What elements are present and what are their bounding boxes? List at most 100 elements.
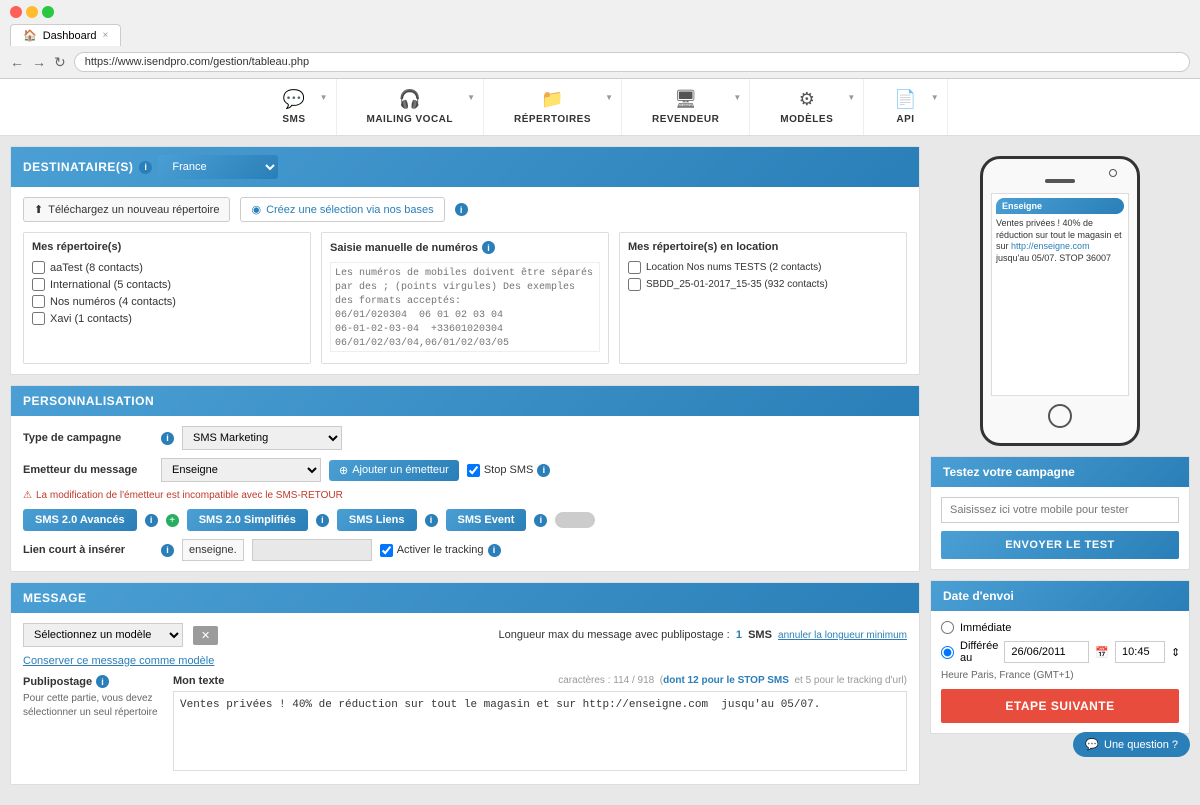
type-campagne-select[interactable]: SMS Marketing xyxy=(182,426,342,450)
annuler-longueur-link[interactable]: annuler la longueur minimum xyxy=(778,630,907,641)
nav-item-revendeur[interactable]: 🖥 REVENDEUR ▼ xyxy=(622,79,750,135)
sms-icon: 💬 xyxy=(283,89,305,110)
sms-event-info[interactable]: i xyxy=(534,514,547,527)
test-section: Testez votre campagne ENVOYER LE TEST xyxy=(930,456,1190,570)
char-count: caractères : 114 / 918 (dont 12 pour le … xyxy=(558,675,907,687)
nav-item-sms[interactable]: 💬 SMS ▼ xyxy=(252,79,336,135)
country-select[interactable]: France xyxy=(158,155,278,179)
etape-suivante-btn[interactable]: ETAPE SUIVANTE xyxy=(941,689,1179,723)
dest-columns: Mes répertoire(s) aaTest (8 contacts) In… xyxy=(23,232,907,364)
nav-item-repertoires[interactable]: 📁 RÉPERTOIRES ▼ xyxy=(484,79,622,135)
save-model-link[interactable]: Conserver ce message comme modèle xyxy=(23,655,907,667)
test-mobile-input[interactable] xyxy=(941,497,1179,523)
list-item: SBDD_25-01-2017_15-35 (932 contacts) xyxy=(628,278,898,291)
sms-event-btn[interactable]: SMS Event xyxy=(446,509,527,531)
location-checkbox-testnums[interactable] xyxy=(628,261,641,274)
nav-label-sms: SMS xyxy=(282,114,305,125)
longueur-sms: SMS xyxy=(748,629,772,641)
tracking-checkbox[interactable] xyxy=(380,544,393,557)
browser-tabs: 🏠 Dashboard × xyxy=(10,24,1190,46)
envoyer-test-btn[interactable]: ENVOYER LE TEST xyxy=(941,531,1179,559)
repertoire-checkbox-xavi[interactable] xyxy=(32,312,45,325)
sms20-avances-info[interactable]: i xyxy=(145,514,158,527)
main-content: DESTINATAIRE(S) i France ⬆ Téléchargez u… xyxy=(0,136,1200,805)
emetteur-select[interactable]: Enseigne xyxy=(161,458,321,482)
create-info-icon[interactable]: i xyxy=(455,203,468,216)
delete-model-btn[interactable]: ✕ xyxy=(193,626,218,645)
repertoire-checkbox-nosnumeros[interactable] xyxy=(32,295,45,308)
chevron-down-icon: ▼ xyxy=(320,93,328,102)
saisie-manuelle-input[interactable] xyxy=(330,262,600,352)
nav-label-repertoires: RÉPERTOIRES xyxy=(514,114,591,125)
refresh-btn[interactable]: ↻ xyxy=(54,54,66,71)
chevron-down-icon-4: ▼ xyxy=(733,93,741,102)
date-input[interactable] xyxy=(1004,641,1089,663)
saisie-header: Saisie manuelle de numéros i xyxy=(330,241,600,254)
type-info-icon[interactable]: i xyxy=(161,432,174,445)
list-item: Xavi (1 contacts) xyxy=(32,312,302,325)
list-item: aaTest (8 contacts) xyxy=(32,261,302,274)
date-title: Date d'envoi xyxy=(943,589,1014,603)
location-checkbox-sbdd[interactable] xyxy=(628,278,641,291)
browser-tab[interactable]: 🏠 Dashboard × xyxy=(10,24,121,46)
chat-label: Une question ? xyxy=(1104,739,1178,751)
stop-sms-label: Stop SMS i xyxy=(467,464,551,477)
minimize-window-btn[interactable] xyxy=(26,6,38,18)
saisie-info-icon[interactable]: i xyxy=(482,241,495,254)
maximize-window-btn[interactable] xyxy=(42,6,54,18)
lien-info-icon[interactable]: i xyxy=(161,544,174,557)
warning-text: ⚠ La modification de l'émetteur est inco… xyxy=(23,490,907,501)
upload-icon: ⬆ xyxy=(34,203,43,216)
sms20-simplifies-btn[interactable]: SMS 2.0 Simplifiés xyxy=(187,509,308,531)
publipostage-info-icon[interactable]: i xyxy=(96,675,109,688)
add-emetteur-btn[interactable]: ⊕ Ajouter un émetteur xyxy=(329,460,459,481)
nav-item-modeles[interactable]: ⚙ MODÈLES ▼ xyxy=(750,79,864,135)
sms-liens-btn[interactable]: SMS Liens xyxy=(337,509,417,531)
upload-repertoire-btn[interactable]: ⬆ Téléchargez un nouveau répertoire xyxy=(23,197,230,222)
create-selection-btn[interactable]: ◉ Créez une sélection via nos bases xyxy=(240,197,444,222)
tab-close-btn[interactable]: × xyxy=(103,30,109,41)
longueur-text: Longueur max du message avec publipostag… xyxy=(499,629,907,641)
lien-input[interactable] xyxy=(252,539,372,561)
differee-radio[interactable] xyxy=(941,646,954,659)
api-icon: 📄 xyxy=(894,89,916,110)
nav-item-mailing[interactable]: 🎧 MAILING VOCAL ▼ xyxy=(337,79,485,135)
time-input[interactable] xyxy=(1115,641,1165,663)
list-item: Location Nos nums TESTS (2 contacts) xyxy=(628,261,898,274)
mes-repertoires-header: Mes répertoire(s) xyxy=(32,241,302,253)
calendar-icon[interactable]: 📅 xyxy=(1095,646,1109,659)
close-window-btn[interactable] xyxy=(10,6,22,18)
msg-body: Publipostage i Pour cette partie, vous d… xyxy=(23,675,907,774)
tracking-info-icon[interactable]: i xyxy=(488,544,501,557)
chat-button[interactable]: 💬 Une question ? xyxy=(1073,732,1190,757)
sms-event-toggle[interactable] xyxy=(555,512,595,528)
mon-texte-header: Mon texte caractères : 114 / 918 (dont 1… xyxy=(173,675,907,687)
sms20-simplifies-info[interactable]: i xyxy=(316,514,329,527)
sms20-avances-plus[interactable]: + xyxy=(166,514,179,527)
repertoire-checkbox-international[interactable] xyxy=(32,278,45,291)
publipostage-text: Pour cette partie, vous devez sélectionn… xyxy=(23,692,163,720)
stop-sms-checkbox[interactable] xyxy=(467,464,480,477)
sms-liens-info[interactable]: i xyxy=(425,514,438,527)
forward-btn[interactable]: → xyxy=(32,54,46,70)
message-title: MESSAGE xyxy=(23,591,87,605)
chevron-down-icon-6: ▼ xyxy=(931,93,939,102)
message-textarea[interactable]: Ventes privées ! 40% de réduction sur to… xyxy=(173,691,907,771)
repertoire-checkbox-aatest[interactable] xyxy=(32,261,45,274)
phone-screen: Enseigne Ventes privées ! 40% de réducti… xyxy=(991,193,1129,396)
sms-type-buttons: SMS 2.0 Avancés i + SMS 2.0 Simplifiés i… xyxy=(23,509,907,531)
right-panel: Enseigne Ventes privées ! 40% de réducti… xyxy=(930,146,1190,795)
nav-item-api[interactable]: 📄 API ▼ xyxy=(864,79,947,135)
destinataires-title: DESTINATAIRE(S) xyxy=(23,160,133,174)
immediate-radio[interactable] xyxy=(941,621,954,634)
address-bar[interactable]: https://www.isendpro.com/gestion/tableau… xyxy=(74,52,1190,72)
destinataires-info-icon[interactable]: i xyxy=(139,161,152,174)
publipostage-title: Publipostage i xyxy=(23,675,163,688)
destinataires-header: DESTINATAIRE(S) i France xyxy=(11,147,919,187)
model-select[interactable]: Sélectionnez un modèle xyxy=(23,623,183,647)
sms20-avances-btn[interactable]: SMS 2.0 Avancés xyxy=(23,509,137,531)
tab-title: Dashboard xyxy=(43,30,97,42)
lien-row: Lien court à insérer i enseigne. Activer… xyxy=(23,539,907,561)
back-btn[interactable]: ← xyxy=(10,54,24,70)
stop-sms-info-icon[interactable]: i xyxy=(537,464,550,477)
